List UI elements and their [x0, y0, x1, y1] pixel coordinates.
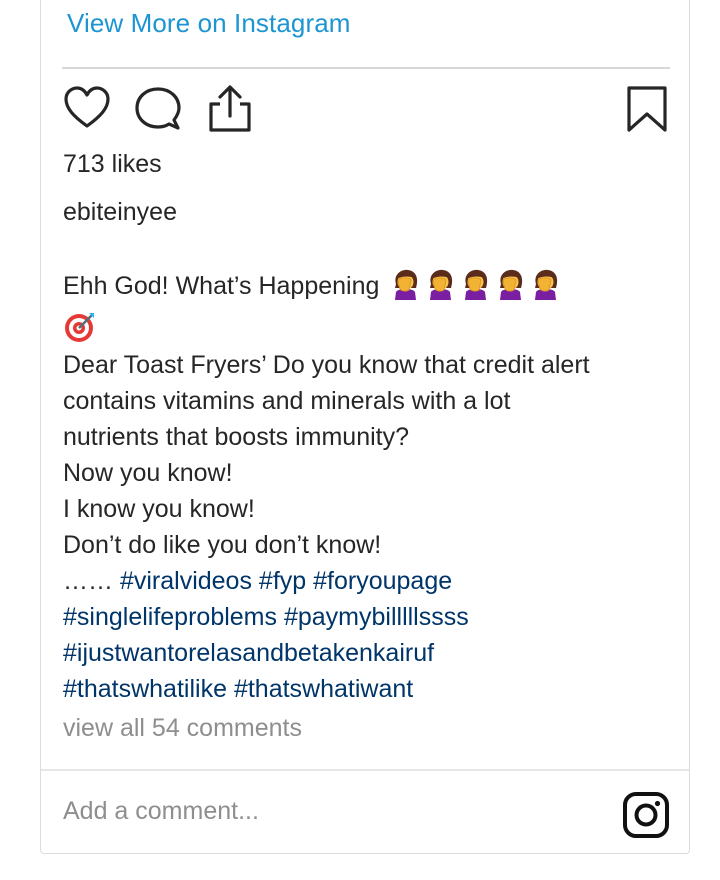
caption-line: Don’t do like you don’t know! [63, 531, 382, 559]
hashtag-link[interactable]: #viralvideos [120, 567, 252, 595]
caption-line: Ehh God! What’s Happening [63, 268, 663, 310]
caption-line: Now you know! [63, 459, 233, 487]
caption-line: #thatswhatilike #thatswhatiwant [63, 671, 663, 707]
woman-facepalming-emoji [430, 269, 453, 300]
divider [41, 769, 689, 771]
hashtag-link[interactable]: #fyp [259, 567, 306, 595]
post-caption: Ehh God! What’s Happening Dear Toast Fry… [63, 268, 663, 707]
caption-line: #singlelifeproblems #paymybilllllssss [63, 599, 663, 635]
woman-facepalming-emoji [500, 269, 523, 300]
caption-ellipsis: …… [63, 567, 120, 595]
woman-facepalming-emoji [535, 269, 558, 300]
caption-line: I know you know! [63, 495, 255, 523]
instagram-logo-icon[interactable] [623, 792, 669, 838]
caption-line: nutrients that boosts immunity? [63, 423, 409, 451]
hashtag-link[interactable]: #thatswhatilike [63, 675, 227, 703]
divider [62, 67, 670, 69]
instagram-embed-card: View More on Instagram 713 likes ebitein… [40, 0, 690, 854]
post-author[interactable]: ebiteinyee [63, 198, 177, 227]
hashtag-link[interactable]: #paymybilllllssss [284, 603, 469, 631]
caption-line: …… #viralvideos #fyp #foryoupage [63, 563, 663, 599]
hashtag-link[interactable]: #foryoupage [313, 567, 452, 595]
hashtag-link[interactable]: #ijustwantorelasandbetakenkairuf [63, 639, 434, 667]
caption-line: contains vitamins and minerals with a lo… [63, 387, 511, 415]
view-more-link[interactable]: View More on Instagram [67, 8, 351, 39]
caption-line: #ijustwantorelasandbetakenkairuf [63, 635, 663, 671]
caption-text: Ehh God! What’s Happening [63, 272, 380, 300]
likes-count[interactable]: 713 likes [63, 150, 162, 179]
add-comment-field[interactable]: Add a comment... [63, 797, 259, 826]
woman-facepalming-emoji [465, 269, 488, 300]
comment-icon[interactable] [134, 86, 182, 132]
direct-hit-emoji [65, 313, 94, 342]
share-icon[interactable] [207, 84, 253, 134]
hashtag-link[interactable]: #singlelifeproblems [63, 603, 277, 631]
caption-line: Dear Toast Fryers’ Do you know that cred… [63, 351, 590, 379]
woman-facepalming-emoji [395, 269, 418, 300]
facepalm-emoji-row [390, 268, 565, 310]
heart-icon[interactable] [63, 86, 111, 130]
hashtag-link[interactable]: #thatswhatiwant [234, 675, 413, 703]
view-all-comments-link[interactable]: view all 54 comments [63, 714, 302, 743]
bookmark-icon[interactable] [627, 86, 667, 132]
caption-line [63, 310, 663, 347]
